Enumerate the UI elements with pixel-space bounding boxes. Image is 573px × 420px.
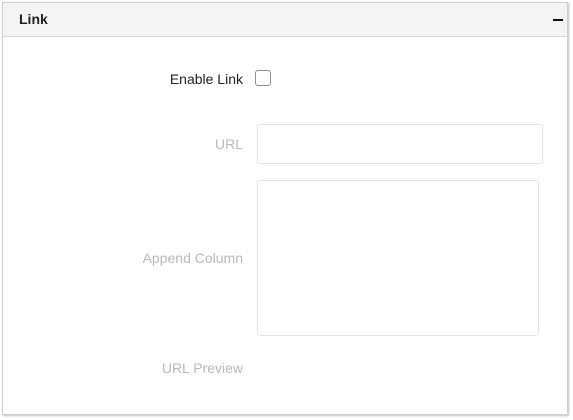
- url-input[interactable]: [257, 124, 543, 164]
- panel-title: Link: [19, 11, 48, 27]
- minus-icon: [553, 19, 563, 21]
- append-column-textarea[interactable]: [257, 180, 539, 336]
- url-preview-label: URL Preview: [161, 360, 243, 376]
- collapse-button[interactable]: [551, 8, 565, 26]
- append-column-label: Append Column: [142, 250, 243, 266]
- url-label: URL: [214, 136, 243, 152]
- panel-header: Link: [3, 3, 567, 37]
- enable-link-label: Enable Link: [169, 71, 243, 87]
- link-panel: Link Enable Link URL Append Column URL P…: [2, 2, 568, 415]
- enable-link-checkbox[interactable]: [255, 70, 271, 86]
